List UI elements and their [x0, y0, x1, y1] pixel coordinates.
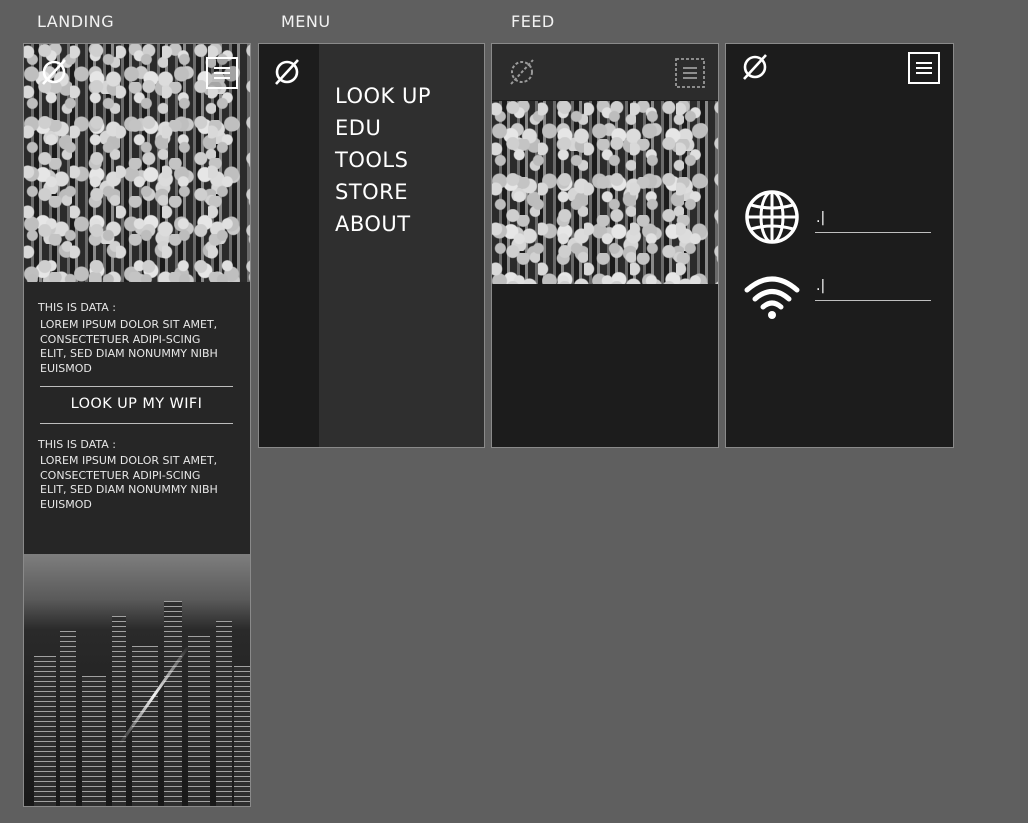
feed-crowd-photo	[492, 101, 718, 284]
city-photo	[24, 554, 250, 806]
label-menu: MENU	[281, 12, 331, 31]
divider-top	[40, 386, 233, 387]
landing-panel: THIS IS DATA : LOREM IPSUM DOLOR SIT AME…	[23, 43, 251, 807]
look-up-wifi-button[interactable]: LOOK UP MY WIFI	[40, 396, 233, 412]
globe-icon	[744, 189, 800, 249]
hamburger-menu-icon[interactable]	[205, 56, 239, 94]
wifi-input[interactable]	[815, 300, 931, 301]
menu-list: LOOK UP EDU TOOLS STORE ABOUT	[335, 80, 431, 240]
menu-panel: LOOK UP EDU TOOLS STORE ABOUT	[258, 43, 485, 448]
feed-panel	[491, 43, 719, 448]
empty-set-icon[interactable]	[506, 56, 538, 92]
divider-bottom	[40, 423, 233, 424]
data-text-2: LOREM IPSUM DOLOR SIT AMET, CONSECTETUER…	[40, 454, 218, 511]
label-landing: LANDING	[37, 12, 115, 31]
globe-input[interactable]	[815, 232, 931, 233]
label-feed: FEED	[511, 12, 555, 31]
menu-rail	[259, 44, 319, 447]
data-label-2: THIS IS DATA :	[38, 438, 116, 451]
lookup-panel: .| .|	[725, 43, 954, 448]
empty-set-icon[interactable]	[38, 56, 70, 92]
data-label-1: THIS IS DATA :	[38, 301, 116, 314]
wifi-field-value: .|	[816, 278, 826, 294]
empty-set-icon[interactable]	[271, 56, 303, 92]
empty-set-icon[interactable]	[739, 51, 771, 87]
data-text-1: LOREM IPSUM DOLOR SIT AMET, CONSECTETUER…	[40, 318, 218, 375]
wifi-icon	[744, 274, 800, 324]
hamburger-menu-icon[interactable]	[907, 51, 941, 89]
hamburger-menu-icon[interactable]	[673, 56, 707, 94]
menu-item-about[interactable]: ABOUT	[335, 208, 431, 240]
globe-field-value: .|	[816, 210, 826, 226]
menu-item-tools[interactable]: TOOLS	[335, 144, 431, 176]
menu-item-edu[interactable]: EDU	[335, 112, 431, 144]
menu-item-look-up[interactable]: LOOK UP	[335, 80, 431, 112]
menu-item-store[interactable]: STORE	[335, 176, 431, 208]
